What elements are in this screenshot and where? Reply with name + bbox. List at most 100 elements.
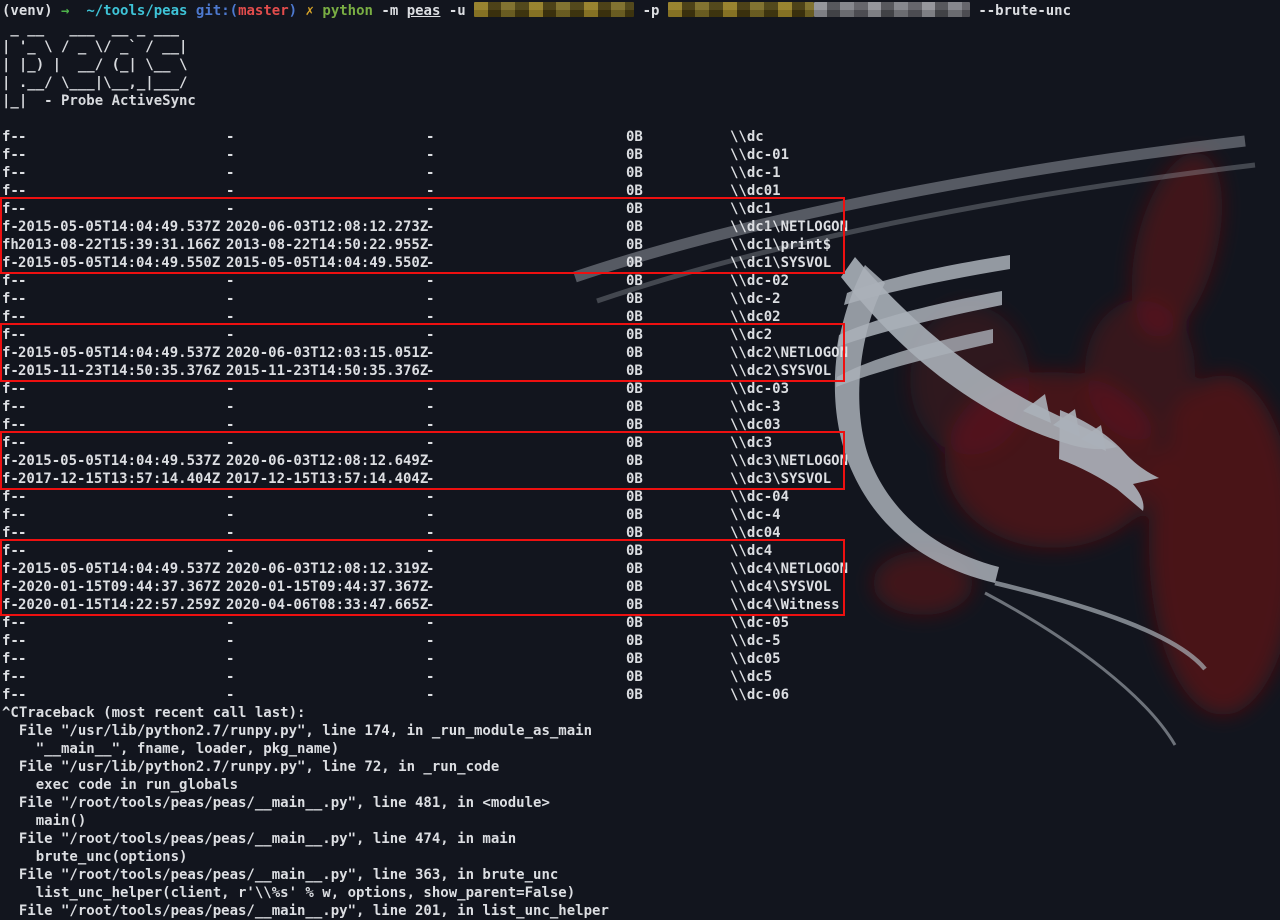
row-unc-path: \\dc04: [730, 524, 1280, 542]
row-extra: -: [426, 560, 626, 578]
row-created: -: [18, 542, 226, 560]
unc-table: f- - - - 0B \\dc f- - - - 0B \\dc-01 f- …: [0, 128, 1280, 704]
traceback-line: File "/root/tools/peas/peas/__main__.py"…: [0, 830, 1280, 848]
row-created: -: [18, 164, 226, 182]
row-created: -: [18, 128, 226, 146]
table-row: f- - - - 0B \\dc-2: [0, 290, 1280, 308]
table-row: f- - - - 0B \\dc-02: [0, 272, 1280, 290]
banner-line: | '_ \ / _ \/ _` / __|: [0, 38, 1280, 56]
table-row: f- - - - 0B \\dc1: [0, 200, 1280, 218]
row-modified: -: [226, 434, 426, 452]
traceback: ^CTraceback (most recent call last): Fil…: [0, 704, 1280, 920]
row-modified: 2020-06-03T12:08:12.273Z: [226, 218, 426, 236]
row-created: 2015-05-05T14:04:49.550Z: [18, 254, 226, 272]
git-branch: master: [238, 3, 289, 19]
row-extra: -: [426, 506, 626, 524]
row-flags: f-: [2, 632, 18, 650]
row-extra: -: [426, 200, 626, 218]
table-row: f- - - - 0B \\dc05: [0, 650, 1280, 668]
traceback-line: "__main__", fname, loader, pkg_name): [0, 740, 1280, 758]
row-size: 0B: [626, 308, 730, 326]
row-unc-path: \\dc3: [730, 434, 1280, 452]
row-unc-path: \\dc4\Witness: [730, 596, 1280, 614]
row-modified: -: [226, 632, 426, 650]
row-extra: -: [426, 434, 626, 452]
row-extra: -: [426, 452, 626, 470]
prompt-cwd: ~/tools/peas: [86, 3, 187, 19]
row-modified: -: [226, 524, 426, 542]
row-size: 0B: [626, 578, 730, 596]
row-unc-path: \\dc4: [730, 542, 1280, 560]
table-row: f- - - - 0B \\dc03: [0, 416, 1280, 434]
command-interpreter: python: [322, 3, 373, 19]
row-created: -: [18, 668, 226, 686]
row-extra: -: [426, 524, 626, 542]
row-unc-path: \\dc4\NETLOGON: [730, 560, 1280, 578]
traceback-line: File "/usr/lib/python2.7/runpy.py", line…: [0, 758, 1280, 776]
row-flags: f-: [2, 668, 18, 686]
table-row: f- 2015-05-05T14:04:49.537Z 2020-06-03T1…: [0, 218, 1280, 236]
row-created: 2013-08-22T15:39:31.166Z: [18, 236, 226, 254]
redacted-password-gray: [814, 2, 970, 17]
row-extra: -: [426, 596, 626, 614]
row-created: 2015-05-05T14:04:49.537Z: [18, 218, 226, 236]
row-modified: -: [226, 164, 426, 182]
row-extra: -: [426, 416, 626, 434]
module-flag: -m: [381, 3, 398, 19]
table-row: f- - - - 0B \\dc-04: [0, 488, 1280, 506]
row-flags: f-: [2, 164, 18, 182]
row-unc-path: \\dc02: [730, 308, 1280, 326]
traceback-line: exec code in run_globals: [0, 776, 1280, 794]
row-modified: -: [226, 686, 426, 704]
row-extra: -: [426, 686, 626, 704]
table-row: f- 2020-01-15T14:22:57.259Z 2020-04-06T0…: [0, 596, 1280, 614]
row-modified: -: [226, 416, 426, 434]
row-flags: f-: [2, 326, 18, 344]
row-created: -: [18, 524, 226, 542]
traceback-line: list_unc_helper(client, r'\\%s' % w, opt…: [0, 884, 1280, 902]
row-unc-path: \\dc-03: [730, 380, 1280, 398]
row-modified: 2017-12-15T13:57:14.404Z: [226, 470, 426, 488]
table-row: f- 2020-01-15T09:44:37.367Z 2020-01-15T0…: [0, 578, 1280, 596]
row-extra: -: [426, 146, 626, 164]
row-unc-path: \\dc3\SYSVOL: [730, 470, 1280, 488]
row-modified: -: [226, 182, 426, 200]
row-created: -: [18, 506, 226, 524]
ascii-banner: _ __ ___ __ _ ___ | '_ \ / _ \/ _` / __|…: [0, 20, 1280, 110]
row-unc-path: \\dc1\SYSVOL: [730, 254, 1280, 272]
module-name: peas: [407, 3, 441, 19]
row-created: -: [18, 488, 226, 506]
row-extra: -: [426, 128, 626, 146]
row-flags: f-: [2, 290, 18, 308]
row-created: -: [18, 632, 226, 650]
banner-tagline: |_| - Probe ActiveSync: [0, 92, 1280, 110]
row-extra: -: [426, 326, 626, 344]
row-unc-path: \\dc-06: [730, 686, 1280, 704]
terminal-screen[interactable]: (venv) → ~/tools/peas git:(master) ✗ pyt…: [0, 0, 1280, 920]
row-extra: -: [426, 470, 626, 488]
git-prefix: git:(: [196, 3, 238, 19]
row-unc-path: \\dc2\NETLOGON: [730, 344, 1280, 362]
row-unc-path: \\dc-02: [730, 272, 1280, 290]
row-modified: 2015-11-23T14:50:35.376Z: [226, 362, 426, 380]
row-modified: -: [226, 542, 426, 560]
row-modified: 2020-04-06T08:33:47.665Z: [226, 596, 426, 614]
row-modified: -: [226, 668, 426, 686]
row-flags: f-: [2, 182, 18, 200]
command-line[interactable]: (venv) → ~/tools/peas git:(master) ✗ pyt…: [0, 2, 1280, 20]
row-created: -: [18, 272, 226, 290]
row-size: 0B: [626, 380, 730, 398]
row-flags: f-: [2, 488, 18, 506]
row-created: -: [18, 650, 226, 668]
table-row: f- 2017-12-15T13:57:14.404Z 2017-12-15T1…: [0, 470, 1280, 488]
row-extra: -: [426, 542, 626, 560]
row-flags: f-: [2, 686, 18, 704]
row-size: 0B: [626, 164, 730, 182]
row-extra: -: [426, 614, 626, 632]
row-extra: -: [426, 398, 626, 416]
row-size: 0B: [626, 272, 730, 290]
table-row: f- - - - 0B \\dc-5: [0, 632, 1280, 650]
row-size: 0B: [626, 236, 730, 254]
row-created: -: [18, 398, 226, 416]
table-row: f- - - - 0B \\dc-4: [0, 506, 1280, 524]
